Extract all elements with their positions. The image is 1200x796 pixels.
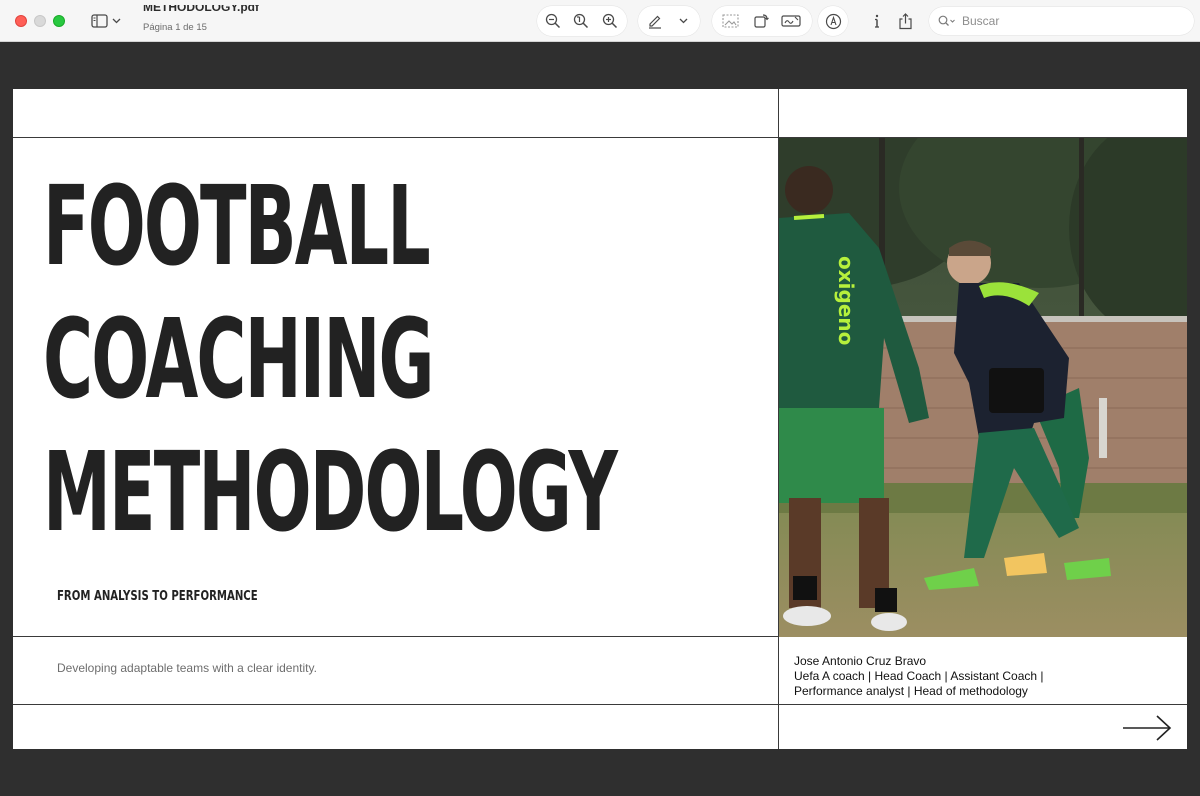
highlight-options-button[interactable]: [675, 9, 691, 33]
minimize-window-button[interactable]: [34, 15, 46, 27]
info-icon: [875, 14, 879, 28]
author-info: Jose Antonio Cruz Bravo Uefa A coach | H…: [794, 654, 1044, 699]
highlight-button[interactable]: [645, 9, 665, 33]
zoom-fit-icon: [573, 13, 589, 29]
markup-button[interactable]: [822, 9, 844, 33]
shirt-text: oxigeno: [834, 256, 858, 345]
close-window-button[interactable]: [15, 15, 27, 27]
sidebar-toggle-button[interactable]: [90, 9, 122, 33]
author-roles-line-2: Performance analyst | Head of methodolog…: [794, 684, 1028, 698]
rotate-icon: [754, 14, 769, 28]
image-select-icon: [721, 14, 739, 28]
share-button[interactable]: [895, 9, 915, 33]
author-name: Jose Antonio Cruz Bravo: [794, 654, 927, 668]
zoom-fit-button[interactable]: [570, 9, 592, 33]
zoom-out-icon: [545, 13, 561, 29]
zoom-in-icon: [602, 13, 618, 29]
signature-button[interactable]: [779, 9, 803, 33]
signature-icon: [781, 15, 801, 27]
zoom-window-button[interactable]: [53, 15, 65, 27]
title-line-2: COACHING: [43, 295, 435, 423]
chevron-down-icon: [679, 18, 687, 24]
share-icon: [898, 12, 912, 29]
next-arrow-icon[interactable]: [1121, 713, 1173, 748]
search-field[interactable]: Buscar: [929, 7, 1194, 35]
title-line-1: FOOTBALL: [43, 162, 431, 290]
window-toolbar: METHODOLOGY.pdf Página 1 de 15 Buscar: [0, 0, 1200, 42]
page-indicator: Página 1 de 15: [143, 22, 207, 33]
image-select-button[interactable]: [719, 9, 741, 33]
markup-icon: [825, 13, 841, 29]
chevron-down-icon: [112, 18, 121, 24]
highlight-pen-icon: [649, 15, 661, 29]
sidebar-icon: [91, 14, 108, 28]
info-button[interactable]: [868, 9, 886, 33]
subtitle: Developing adaptable teams with a clear …: [57, 661, 317, 675]
zoom-in-button[interactable]: [599, 9, 621, 33]
pdf-page: FOOTBALL COACHING METHODOLOGY FROM ANALY…: [13, 89, 1187, 749]
tagline: FROM ANALYSIS TO PERFORMANCE: [57, 589, 258, 604]
author-roles-line-1: Uefa A coach | Head Coach | Assistant Co…: [794, 669, 1044, 683]
title-line-3: METHODOLOGY: [43, 428, 618, 556]
rotate-button[interactable]: [750, 9, 772, 33]
training-photo: oxigeno: [779, 138, 1187, 637]
divider-bottom: [13, 704, 1187, 705]
document-title: METHODOLOGY.pdf: [143, 5, 259, 14]
search-placeholder: Buscar: [962, 14, 1000, 28]
search-icon: [938, 15, 955, 26]
zoom-out-button[interactable]: [542, 9, 564, 33]
football-players-image: oxigeno: [779, 138, 1187, 637]
